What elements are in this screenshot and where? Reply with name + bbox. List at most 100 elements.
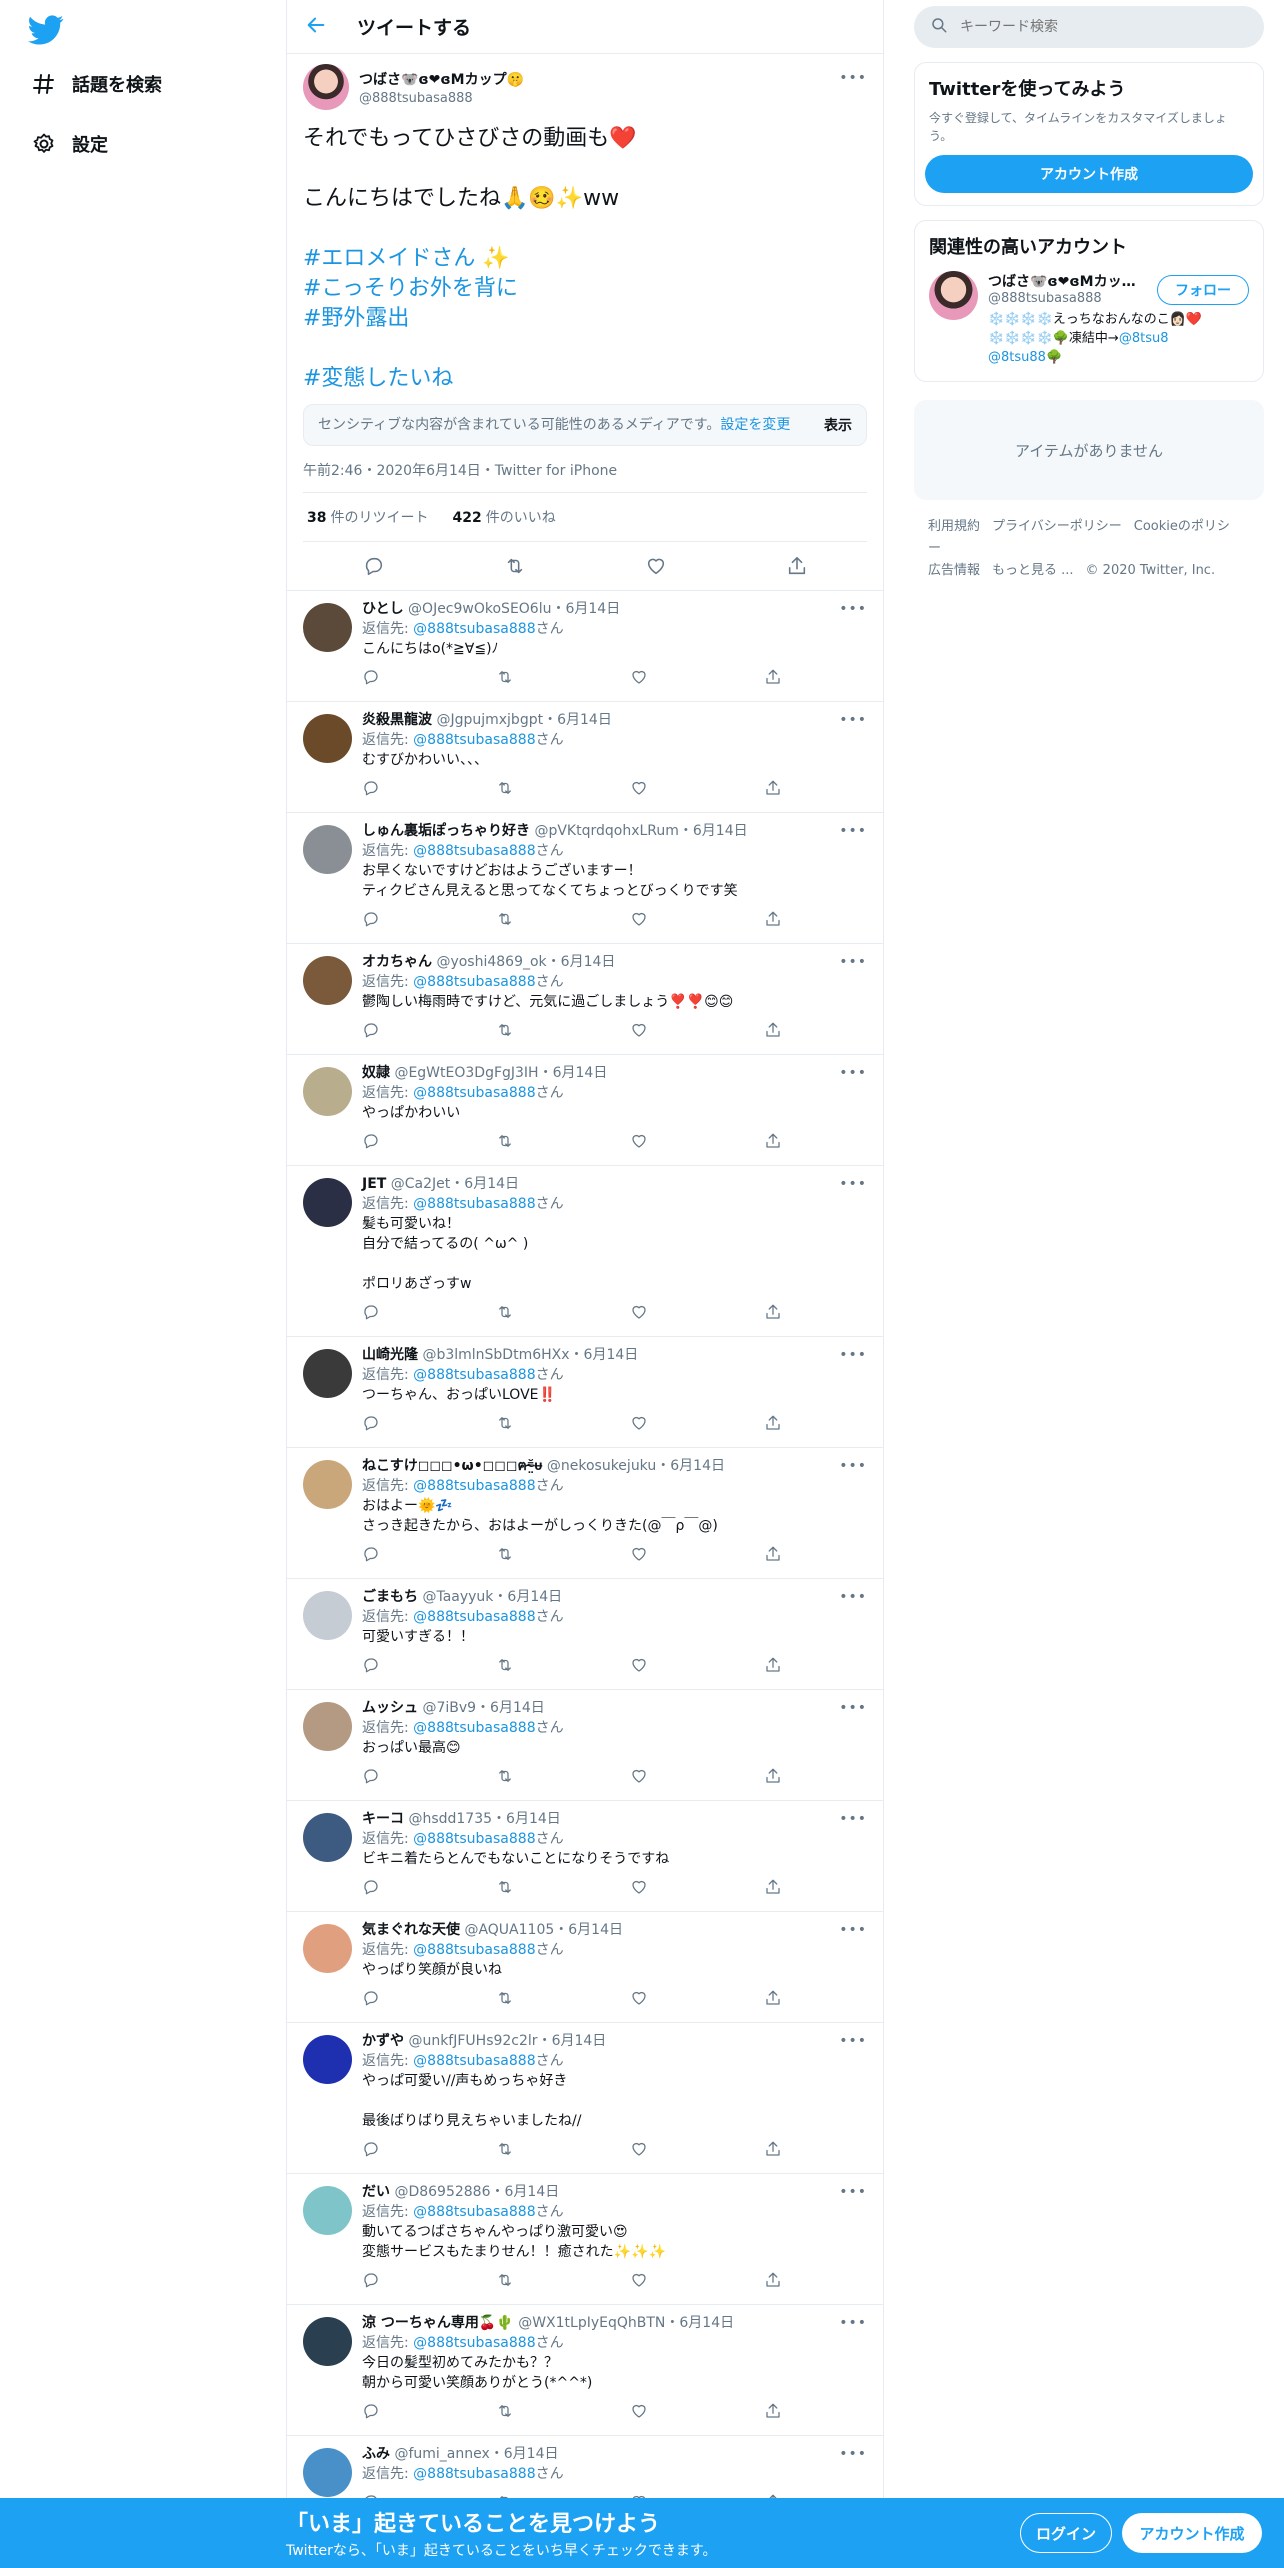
retweet-icon[interactable] xyxy=(496,1414,514,1432)
account-name[interactable]: つばさ🐨ɞ❤ɞMカッ… xyxy=(988,271,1158,291)
author-name[interactable]: つばさ🐨ɞ❤ɞMカップ🤫 xyxy=(359,69,524,89)
retweet-icon[interactable] xyxy=(496,1545,514,1563)
mention-link[interactable]: @888tsubasa888 xyxy=(413,2204,535,2220)
mention-link[interactable]: @888tsubasa888 xyxy=(413,2466,535,2482)
reply-author-handle[interactable]: @AQUA1105 xyxy=(464,1922,554,1938)
share-icon[interactable] xyxy=(764,1132,782,1150)
more-icon[interactable]: ••• xyxy=(839,1347,867,1363)
reply-icon[interactable] xyxy=(362,1989,380,2007)
retweet-icon[interactable] xyxy=(496,1989,514,2007)
bio-mention-link[interactable]: @8tsu88 xyxy=(988,350,1046,365)
reply-author-handle[interactable]: @WX1tLpIyEqQhBTN xyxy=(518,2315,665,2331)
mention-link[interactable]: @888tsubasa888 xyxy=(413,1196,535,1212)
reply-icon[interactable] xyxy=(362,1545,380,1563)
mention-link[interactable]: @888tsubasa888 xyxy=(413,974,535,990)
hashtag-link[interactable]: #エロメイドさん ✨ xyxy=(303,244,867,274)
more-icon[interactable]: ••• xyxy=(839,2315,867,2331)
reply-date[interactable]: 6月14日 xyxy=(557,712,612,728)
reply-date[interactable]: 6月14日 xyxy=(568,1922,623,1938)
mention-link[interactable]: @888tsubasa888 xyxy=(413,1720,535,1736)
reply-tweet[interactable]: ひとし @OJec9wOkoSEO6lu・6月14日 返信先: @888tsuba… xyxy=(287,591,883,702)
reply-author-name[interactable]: ふみ xyxy=(362,2446,390,2462)
follow-button[interactable]: フォロー xyxy=(1157,275,1249,305)
mention-link[interactable]: @888tsubasa888 xyxy=(413,1367,535,1383)
like-icon[interactable] xyxy=(630,779,648,797)
reply-date[interactable]: 6月14日 xyxy=(552,2033,607,2049)
reply-author-name[interactable]: 奴隷 xyxy=(362,1065,390,1081)
retweet-icon[interactable] xyxy=(496,1303,514,1321)
reply-author-handle[interactable]: @fumi_annex xyxy=(394,2446,489,2462)
reply-author-name[interactable]: 炎殺黒龍波 xyxy=(362,712,432,728)
share-icon[interactable] xyxy=(764,2402,782,2420)
avatar[interactable] xyxy=(303,603,352,652)
reply-tweet[interactable]: かずや @unkfJFUHs92c2lr・6月14日 返信先: @888tsuba… xyxy=(287,2023,883,2174)
reply-date[interactable]: 6月14日 xyxy=(561,954,616,970)
reply-date[interactable]: 6月14日 xyxy=(553,1065,608,1081)
reply-author-handle[interactable]: @nekosukejuku xyxy=(547,1458,656,1474)
share-icon[interactable] xyxy=(764,910,782,928)
more-icon[interactable]: ••• xyxy=(839,601,867,617)
reply-date[interactable]: 6月14日 xyxy=(505,2184,560,2200)
like-icon[interactable] xyxy=(630,1545,648,1563)
mention-link[interactable]: @888tsubasa888 xyxy=(413,1942,535,1958)
reply-tweet[interactable]: オカちゃん @yoshi4869_ok・6月14日 返信先: @888tsubas… xyxy=(287,944,883,1055)
more-icon[interactable]: ••• xyxy=(839,70,867,86)
mention-link[interactable]: @888tsubasa888 xyxy=(413,621,535,637)
share-icon[interactable] xyxy=(764,1656,782,1674)
reply-icon[interactable] xyxy=(362,2271,380,2289)
reply-author-handle[interactable]: @7iBv9 xyxy=(422,1700,476,1716)
like-icon[interactable] xyxy=(645,555,667,577)
twitter-logo-icon[interactable] xyxy=(28,12,64,48)
reply-author-name[interactable]: だい xyxy=(362,2184,390,2200)
mention-link[interactable]: @888tsubasa888 xyxy=(413,1609,535,1625)
reply-tweet[interactable]: しゅん裏垢ぽっちゃり好き @pVKtqrdqohxLRum・6月14日 返信先: … xyxy=(287,813,883,944)
reply-date[interactable]: 6月14日 xyxy=(565,601,620,617)
reply-tweet[interactable]: ねこすけ◻◻◻•ω•◻◻◻ฅ⁼̴̤̆ᵾ @nekosukejuku・6月14日返… xyxy=(287,1448,883,1579)
mention-link[interactable]: @888tsubasa888 xyxy=(413,1478,535,1494)
reply-author-handle[interactable]: @Jgpujmxjbgpt xyxy=(436,712,543,728)
create-account-button[interactable]: アカウント作成 xyxy=(925,155,1253,193)
share-icon[interactable] xyxy=(786,555,808,577)
avatar[interactable] xyxy=(303,1460,352,1509)
reply-author-handle[interactable]: @hsdd1735 xyxy=(408,1811,492,1827)
like-icon[interactable] xyxy=(630,1132,648,1150)
reply-date[interactable]: 6月14日 xyxy=(490,1700,545,1716)
footer-link[interactable]: 利用規約 xyxy=(928,519,980,534)
more-icon[interactable]: ••• xyxy=(839,1176,867,1192)
mention-link[interactable]: @888tsubasa888 xyxy=(413,2335,535,2351)
retweet-icon[interactable] xyxy=(496,1132,514,1150)
reply-tweet[interactable]: JET @Ca2Jet・6月14日 返信先: @888tsubasa888さん 髪も… xyxy=(287,1166,883,1337)
retweet-icon[interactable] xyxy=(496,2402,514,2420)
reply-icon[interactable] xyxy=(362,1656,380,1674)
like-icon[interactable] xyxy=(630,2271,648,2289)
hashtag-link[interactable]: #こっそりお外を背に xyxy=(303,274,867,304)
reply-author-name[interactable]: ひとし xyxy=(362,601,404,617)
avatar[interactable] xyxy=(303,825,352,874)
more-icon[interactable]: ••• xyxy=(839,823,867,839)
share-icon[interactable] xyxy=(764,1021,782,1039)
reply-icon[interactable] xyxy=(362,1021,380,1039)
author-handle[interactable]: @888tsubasa888 xyxy=(359,91,524,106)
avatar[interactable] xyxy=(929,271,978,320)
like-icon[interactable] xyxy=(630,2140,648,2158)
reply-icon[interactable] xyxy=(362,668,380,686)
signup-button[interactable]: アカウント作成 xyxy=(1122,2513,1262,2553)
reply-icon[interactable] xyxy=(362,1767,380,1785)
reply-author-name[interactable]: ねこすけ◻◻◻•ω•◻◻◻ฅ⁼̴̤̆ᵾ xyxy=(362,1458,542,1474)
reply-tweet[interactable]: キーコ @hsdd1735・6月14日 返信先: @888tsubasa888さん… xyxy=(287,1801,883,1912)
login-button[interactable]: ログイン xyxy=(1020,2513,1112,2553)
avatar[interactable] xyxy=(303,1591,352,1640)
reply-icon[interactable] xyxy=(362,910,380,928)
share-icon[interactable] xyxy=(764,779,782,797)
search-input[interactable] xyxy=(960,19,1240,35)
like-icon[interactable] xyxy=(630,2402,648,2420)
share-icon[interactable] xyxy=(764,1989,782,2007)
more-icon[interactable]: ••• xyxy=(839,712,867,728)
more-icon[interactable]: ••• xyxy=(839,2446,867,2462)
more-icon[interactable]: ••• xyxy=(839,1458,867,1474)
more-icon[interactable]: ••• xyxy=(839,2033,867,2049)
footer-more-link[interactable]: もっと見る ... xyxy=(992,563,1074,578)
avatar[interactable] xyxy=(303,1067,352,1116)
retweet-icon[interactable] xyxy=(496,2271,514,2289)
reply-tweet[interactable]: 奴隷 @EgWtEO3DgFgJ3IH・6月14日 返信先: @888tsubas… xyxy=(287,1055,883,1166)
